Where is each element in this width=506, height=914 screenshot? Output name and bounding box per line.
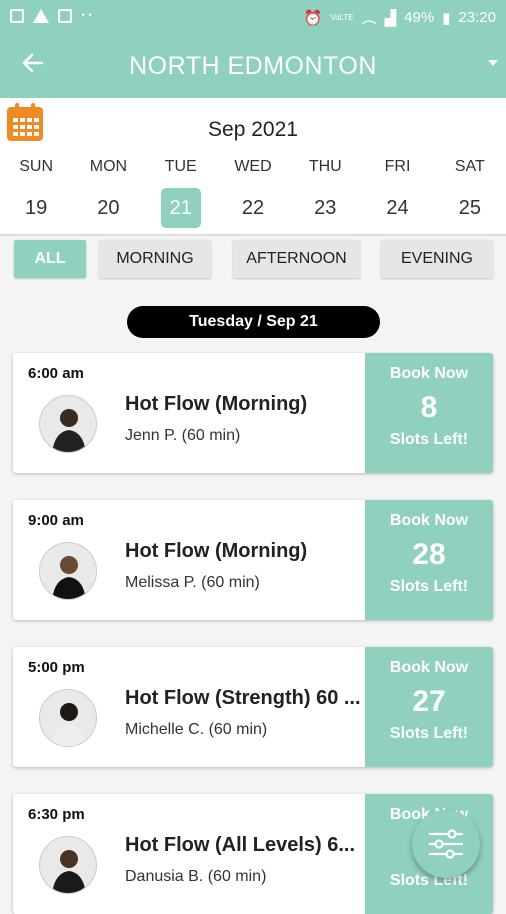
slots-left-label: Slots Left! [389,578,469,595]
book-now-label: Book Now [389,512,469,529]
day-name: SUN [19,158,54,175]
slots-count: 28 [412,538,446,571]
drive-notification-icon [33,8,49,23]
class-instructor: Jenn P. (60 min) [125,427,241,444]
instructor-avatar [39,395,97,453]
calendar-header: Sep 2021 SUN 19 MON 20 TUE 21 WED 22 THU 23 F… [0,98,506,236]
class-instructor: Michelle C. (60 min) [125,721,268,738]
day-mon[interactable]: MON 20 [72,158,144,228]
slots-count: 27 [412,685,446,718]
day-number[interactable]: 19 [16,188,56,228]
class-name: Hot Flow (Strength) 60 ... [125,687,361,709]
class-card[interactable]: 5:00 pm Hot Flow (Strength) 60 ... Miche… [13,647,493,767]
class-time: 5:00 pm [28,659,85,676]
book-now-label: Book Now [389,365,469,382]
day-thu[interactable]: THU 23 [289,158,361,228]
day-number[interactable]: 22 [233,188,273,228]
filter-afternoon-button[interactable]: AFTERNOON [233,240,360,278]
status-bar: ·· ⏰ VoLTE ︵ ▟ 49% ▮ 23:20 [0,0,506,34]
class-card[interactable]: 9:00 am Hot Flow (Morning) Melissa P. (6… [13,500,493,620]
wifi-icon: ︵ [361,10,377,27]
book-now-label: Book Now [389,659,469,676]
instructor-avatar [39,542,97,600]
more-notifications-icon: ·· [81,7,95,24]
battery-percent: 49% [404,9,435,26]
day-name: MON [89,158,128,175]
app-bar: NORTH EDMONTON [0,34,506,98]
time-filter-bar: ALL MORNING AFTERNOON EVENING [0,238,506,284]
alarm-icon: ⏰ [303,9,323,27]
slots-count: 8 [420,391,438,424]
day-fri[interactable]: FRI 24 [361,158,433,228]
book-now-button[interactable]: Book Now 28 Slots Left! [365,500,493,620]
day-number[interactable]: 21 [160,188,201,228]
class-card[interactable]: 6:00 am Hot Flow (Morning) Jenn P. (60 m… [13,353,493,473]
class-instructor: Danusia B. (60 min) [125,868,267,885]
class-time: 6:30 pm [28,806,85,823]
instructor-avatar [39,689,97,747]
battery-icon: ▮ [442,9,451,27]
slots-left-label: Slots Left! [389,431,469,448]
day-name: SAT [454,158,485,175]
week-strip: SUN 19 MON 20 TUE 21 WED 22 THU 23 FRI 24 SAT 2… [0,158,506,228]
book-now-button[interactable]: Book Now 27 Slots Left! [365,647,493,767]
book-now-button[interactable]: Book Now 8 Slots Left! [365,353,493,473]
location-dropdown-icon[interactable] [488,60,498,66]
clock: 23:20 [458,9,496,26]
class-instructor: Melissa P. (60 min) [125,574,260,591]
filter-evening-button[interactable]: EVENING [381,240,493,278]
image-notification-icon [10,8,24,23]
filter-settings-button[interactable] [412,810,480,878]
signal-icon: ▟ [384,9,397,27]
day-wed[interactable]: WED 22 [217,158,289,228]
filter-all-button[interactable]: ALL [14,240,86,278]
day-name: THU [308,158,342,175]
month-label: Sep 2021 [208,118,298,141]
day-name: WED [234,158,272,175]
class-name: Hot Flow (Morning) [125,393,308,415]
day-sun[interactable]: SUN 19 [0,158,72,228]
filter-morning-button[interactable]: MORNING [99,240,211,278]
day-sat[interactable]: SAT 25 [434,158,506,228]
day-name: FRI [384,158,411,175]
day-number[interactable]: 23 [305,188,345,228]
network-label: VoLTE [330,13,354,22]
class-name: Hot Flow (All Levels) 6... [125,834,356,856]
slots-left-label: Slots Left! [389,725,469,742]
location-title[interactable]: NORTH EDMONTON [0,52,506,81]
day-number[interactable]: 25 [450,188,490,228]
day-number[interactable]: 24 [378,188,418,228]
day-tue-selected[interactable]: TUE 21 [145,158,217,228]
sliders-icon [412,829,480,882]
instructor-avatar [39,836,97,894]
class-time: 6:00 am [28,365,84,382]
day-name: TUE [164,158,197,175]
class-time: 9:00 am [28,512,84,529]
app-notification-icon [58,8,72,23]
date-header: Tuesday / Sep 21 [127,306,380,338]
day-number[interactable]: 20 [88,188,128,228]
class-name: Hot Flow (Morning) [125,540,308,562]
